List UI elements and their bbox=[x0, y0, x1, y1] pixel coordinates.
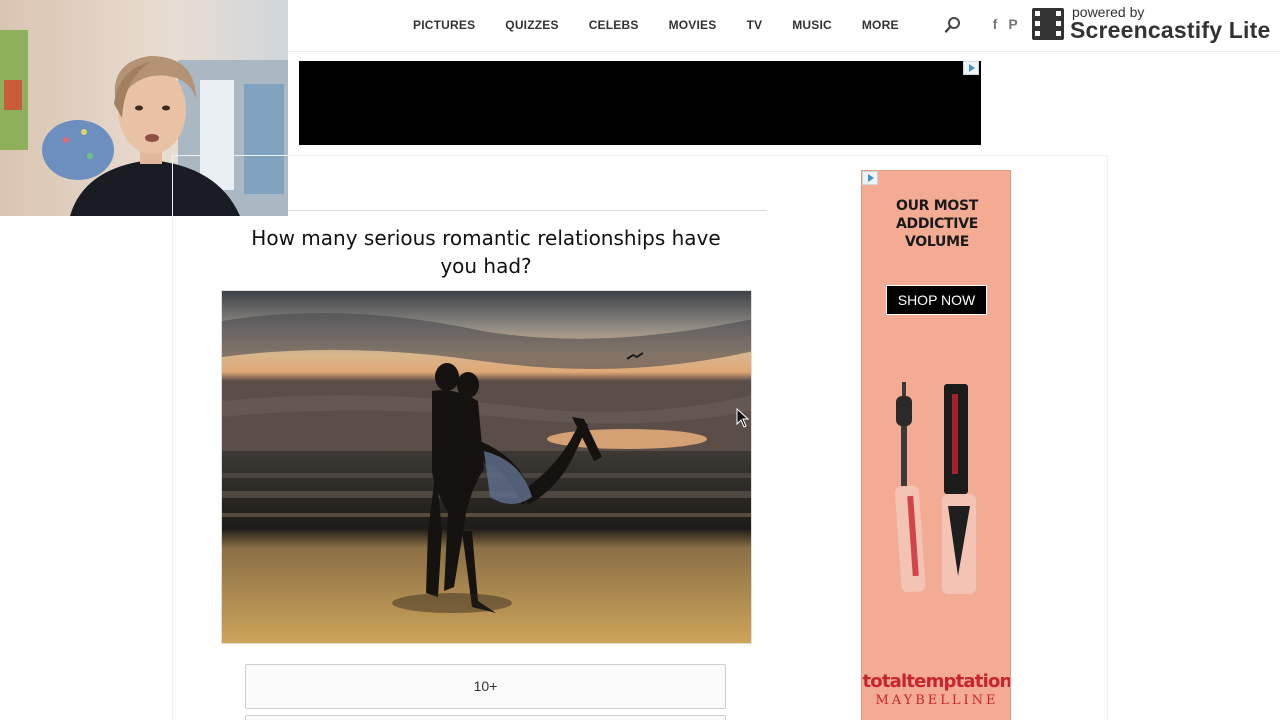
ad-headline-line-3: VOLUME bbox=[905, 234, 969, 250]
main-nav: PICTURES QUIZZES CELEBS MOVIES TV MUSIC … bbox=[398, 0, 914, 50]
content-divider bbox=[288, 210, 767, 211]
ad-brand-name: totaltemptation bbox=[862, 671, 1011, 692]
shop-now-button[interactable]: SHOP NOW bbox=[886, 285, 987, 315]
nav-item-music[interactable]: MUSIC bbox=[777, 18, 847, 32]
nav-item-movies[interactable]: MOVIES bbox=[654, 18, 732, 32]
nav-item-quizzes[interactable]: QUIZZES bbox=[490, 18, 573, 32]
side-ad-maybelline[interactable]: OUR MOST ADDICTIVE VOLUME SHOP NOW total… bbox=[861, 170, 1011, 720]
ad-brand-maybelline: MAYBELLINE bbox=[875, 693, 999, 708]
pinterest-icon[interactable]: P bbox=[1008, 16, 1018, 32]
nav-item-pictures[interactable]: PICTURES bbox=[398, 18, 490, 32]
page: PICTURES QUIZZES CELEBS MOVIES TV MUSIC … bbox=[0, 0, 1280, 720]
nav-item-more[interactable]: MORE bbox=[847, 18, 914, 32]
social-links: f P bbox=[990, 16, 1018, 32]
screencastify-watermark: powered by Screencastify Lite bbox=[1030, 4, 1278, 44]
mouse-cursor-icon bbox=[736, 408, 750, 428]
screencastify-logo-icon bbox=[1032, 8, 1064, 40]
ad-headline: OUR MOST ADDICTIVE VOLUME bbox=[862, 197, 1010, 251]
adchoices-icon[interactable] bbox=[963, 61, 979, 75]
mascara-product-image bbox=[894, 382, 976, 594]
nav-item-tv[interactable]: TV bbox=[731, 18, 777, 32]
quiz-image bbox=[221, 290, 752, 644]
search-icon[interactable] bbox=[944, 16, 962, 34]
facebook-icon[interactable]: f bbox=[990, 16, 1000, 32]
ad-headline-line-2: ADDICTIVE bbox=[895, 216, 979, 232]
watermark-product: Screencastify Lite bbox=[1070, 17, 1271, 43]
top-banner-ad[interactable] bbox=[299, 61, 981, 145]
adchoices-icon[interactable] bbox=[862, 171, 878, 185]
ad-headline-line-1: OUR MOST bbox=[896, 198, 978, 214]
answer-option-1[interactable]: 10+ bbox=[245, 664, 726, 709]
nav-item-celebs[interactable]: CELEBS bbox=[574, 18, 654, 32]
quiz-question: How many serious romantic relationships … bbox=[251, 226, 721, 278]
answer-option-2[interactable] bbox=[245, 715, 726, 720]
